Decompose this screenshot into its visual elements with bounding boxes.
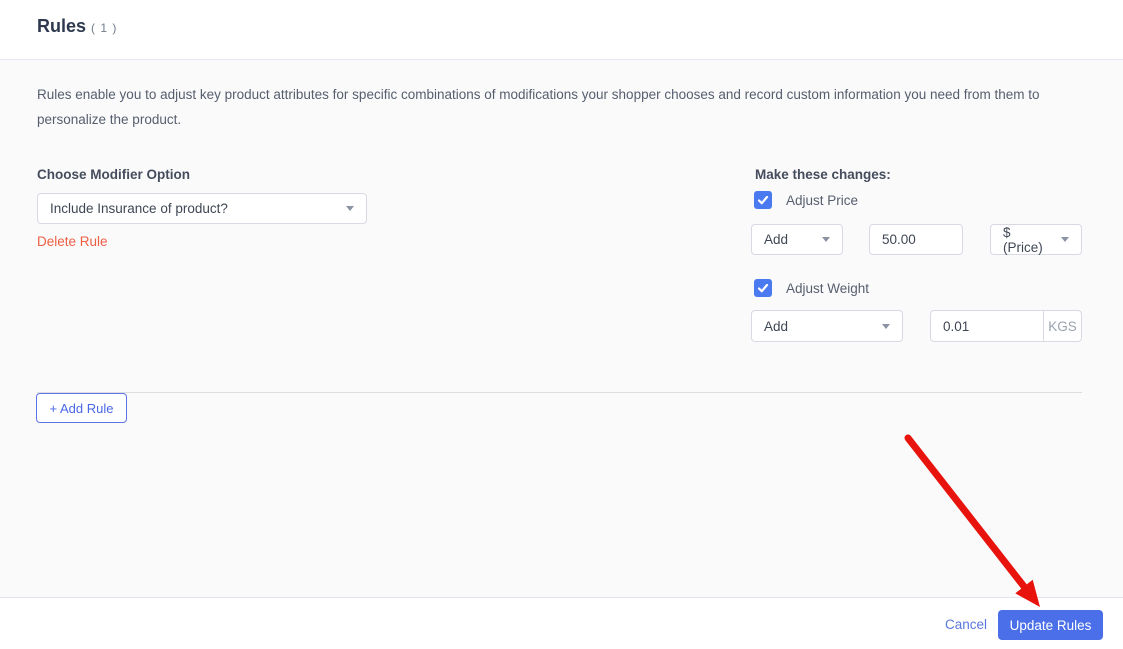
page-title: Rules ( 1 )	[37, 16, 117, 37]
check-icon	[757, 194, 769, 206]
cancel-button[interactable]: Cancel	[945, 617, 987, 632]
delete-rule-link[interactable]: Delete Rule	[37, 234, 108, 249]
check-icon	[757, 282, 769, 294]
chevron-down-icon	[882, 324, 890, 329]
page-title-text: Rules	[37, 16, 86, 36]
add-rule-button[interactable]: + Add Rule	[36, 393, 127, 423]
rules-description: Rules enable you to adjust key product a…	[37, 82, 1085, 132]
price-unit-value: $ (Price)	[1003, 225, 1053, 255]
choose-modifier-label: Choose Modifier Option	[37, 167, 190, 182]
price-operation-select[interactable]: Add	[751, 224, 843, 255]
rules-count-badge: ( 1 )	[91, 21, 117, 35]
adjust-price-label: Adjust Price	[786, 193, 858, 208]
adjust-weight-label: Adjust Weight	[786, 281, 869, 296]
weight-operation-value: Add	[764, 319, 788, 334]
chevron-down-icon	[1061, 237, 1069, 242]
weight-amount-input[interactable]	[930, 310, 1043, 342]
adjust-weight-checkbox[interactable]	[754, 279, 772, 297]
price-unit-select[interactable]: $ (Price)	[990, 224, 1082, 255]
price-amount-input[interactable]	[869, 224, 963, 255]
section-divider	[37, 392, 1082, 393]
adjust-price-checkbox[interactable]	[754, 191, 772, 209]
modifier-option-value: Include Insurance of product?	[50, 201, 228, 216]
price-operation-value: Add	[764, 232, 788, 247]
weight-unit-addon: KGS	[1043, 310, 1082, 342]
chevron-down-icon	[346, 206, 354, 211]
modifier-option-select[interactable]: Include Insurance of product?	[37, 193, 367, 224]
rules-panel: Rules ( 1 ) Rules enable you to adjust ke…	[0, 0, 1123, 649]
chevron-down-icon	[822, 237, 830, 242]
weight-operation-select[interactable]: Add	[751, 310, 903, 342]
update-rules-button[interactable]: Update Rules	[998, 610, 1103, 640]
make-changes-label: Make these changes:	[755, 167, 891, 182]
